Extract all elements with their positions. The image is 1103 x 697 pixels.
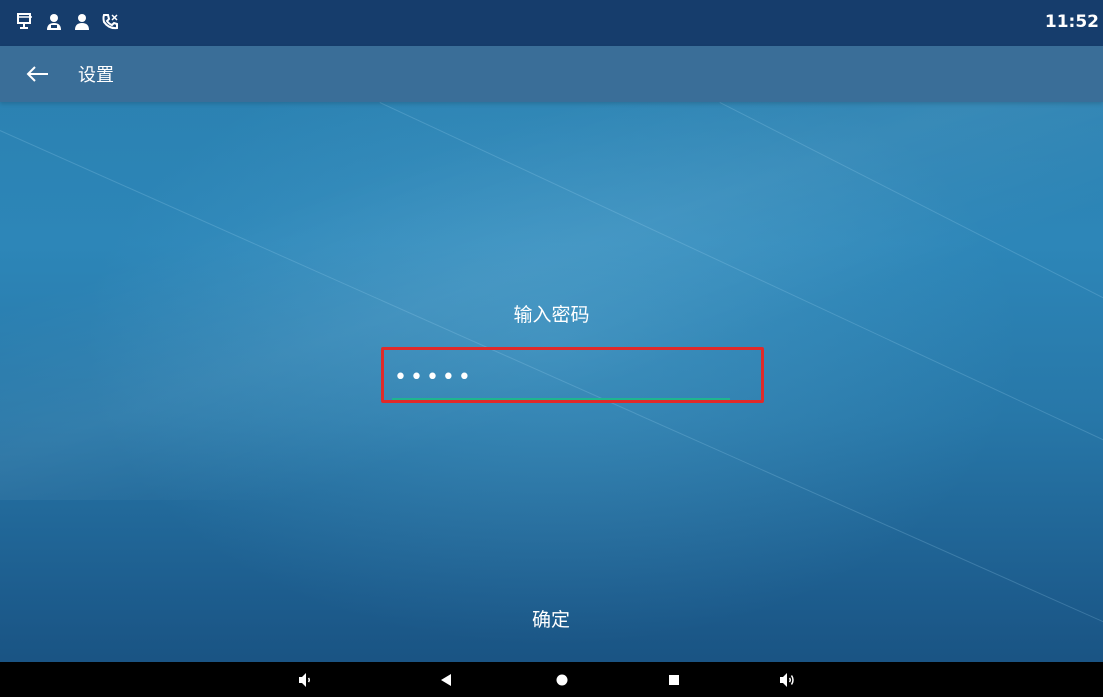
background-diagonal-line [379, 102, 1103, 484]
contact-icon [44, 12, 64, 32]
status-bar: 11:52 [0, 0, 1103, 46]
password-prompt-label: 输入密码 [513, 304, 590, 326]
status-icons [16, 12, 120, 32]
password-input[interactable]: ••••• [392, 360, 730, 400]
nav-home-button[interactable] [552, 670, 572, 690]
arrow-left-icon [22, 66, 52, 93]
volume-down-button[interactable] [296, 670, 316, 690]
volume-up-icon [778, 670, 798, 690]
nav-back-button[interactable] [436, 670, 456, 690]
confirm-button[interactable]: 确定 [501, 600, 601, 640]
home-circle-icon [552, 670, 572, 690]
nav-recents-button[interactable] [664, 670, 684, 690]
network-icon [16, 12, 36, 32]
navigation-bar [0, 662, 1103, 697]
missed-call-icon [100, 12, 120, 32]
contact-icon [72, 12, 92, 32]
volume-down-icon [296, 670, 316, 690]
status-time: 11:52 [1044, 12, 1099, 32]
background-sheen [0, 80, 1103, 500]
page-title: 设置 [78, 65, 114, 86]
back-button[interactable] [22, 59, 52, 89]
volume-up-button[interactable] [778, 670, 798, 690]
title-bar: 设置 [0, 46, 1103, 102]
password-masked-value: ••••• [394, 365, 474, 390]
background-diagonal-line [719, 102, 1103, 330]
settings-password-screen: 11:52 设置 输入密码 ••••• 确定 [0, 0, 1103, 697]
recents-square-icon [664, 670, 684, 690]
back-triangle-icon [436, 670, 456, 690]
